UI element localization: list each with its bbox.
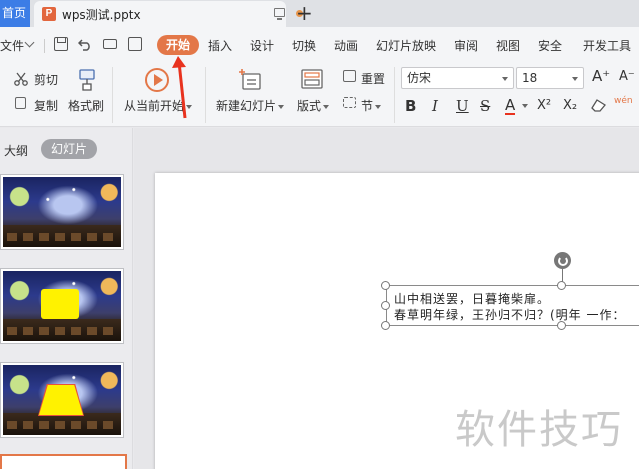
- tab-slideshow[interactable]: 幻灯片放映: [376, 37, 436, 54]
- document-tab-title: wps测试.pptx: [62, 8, 141, 22]
- tab-design[interactable]: 设计: [250, 37, 274, 54]
- file-menu[interactable]: 文件: [0, 37, 24, 54]
- italic-button[interactable]: I: [432, 97, 438, 115]
- resize-handle[interactable]: [381, 321, 390, 330]
- resize-handle[interactable]: [557, 321, 566, 330]
- new-slide-label: 新建幻灯片: [216, 99, 277, 113]
- divider: [112, 67, 113, 123]
- monitor-icon[interactable]: [274, 8, 285, 20]
- tab-security[interactable]: 安全: [538, 37, 562, 54]
- section-label: 节: [361, 99, 374, 113]
- print-preview-icon[interactable]: [128, 37, 142, 51]
- copy-icon[interactable]: [15, 97, 26, 109]
- reset-icon[interactable]: [343, 70, 356, 82]
- slide-background-image: [3, 365, 121, 435]
- play-from-current-label: 从当前开始: [124, 99, 185, 113]
- layout-icon[interactable]: [301, 69, 323, 89]
- section-icon[interactable]: [343, 97, 356, 108]
- underline-button[interactable]: U: [456, 97, 469, 115]
- pptx-file-icon: P: [42, 7, 56, 21]
- slide-background-image: [3, 271, 121, 341]
- slide-thumbnail-selected[interactable]: [0, 454, 127, 469]
- divider: [394, 67, 395, 123]
- strikethrough-button[interactable]: S: [480, 97, 490, 115]
- font-name-value: 仿宋: [407, 71, 432, 85]
- divider: [205, 67, 206, 123]
- watermark: 软件技巧: [455, 407, 623, 453]
- divider: [44, 39, 45, 53]
- text-line-2[interactable]: 春草明年绿，王孙归不归？(明年 一作：: [394, 306, 626, 323]
- tables: [7, 327, 117, 335]
- chevron-down-icon[interactable]: [522, 104, 528, 108]
- tab-transition[interactable]: 切换: [292, 37, 316, 54]
- decrease-font-button[interactable]: A⁻: [619, 69, 635, 84]
- tab-review[interactable]: 审阅: [454, 37, 478, 54]
- ribbon: 剪切 复制 格式刷 从当前开始 新建幻灯片 版式 重置 节 仿宋 18 A⁺ A…: [0, 63, 639, 127]
- new-tab-plus-icon[interactable]: +: [296, 1, 313, 25]
- slide-thumbnail[interactable]: [0, 174, 124, 250]
- font-name-select[interactable]: 仿宋: [401, 67, 514, 89]
- tab-outline[interactable]: 大纲: [4, 142, 28, 159]
- copy-button[interactable]: 复制: [34, 97, 58, 114]
- rotate-handle-icon[interactable]: [554, 252, 571, 269]
- new-slide-button[interactable]: 新建幻灯片: [216, 97, 285, 114]
- tab-bar: 首页 P wps测试.pptx +: [0, 0, 639, 27]
- increase-font-button[interactable]: A⁺: [592, 67, 610, 85]
- cut-button[interactable]: 剪切: [34, 71, 58, 88]
- tab-animation[interactable]: 动画: [334, 37, 358, 54]
- resize-handle[interactable]: [381, 281, 390, 290]
- menu-bar: 文件 开始 插入 设计 切换 动画 幻灯片放映 审阅 视图 安全 开发工具: [0, 27, 639, 63]
- tables: [7, 233, 117, 241]
- play-icon[interactable]: [145, 68, 169, 92]
- home-tab-label: 首页: [2, 6, 27, 20]
- chevron-down-icon: [186, 104, 193, 109]
- new-slide-icon[interactable]: [238, 69, 262, 91]
- print-icon[interactable]: [103, 39, 117, 49]
- save-icon[interactable]: [54, 37, 68, 51]
- eraser-icon[interactable]: [591, 98, 607, 112]
- yellow-shape: [41, 289, 79, 319]
- slide-background-image: [3, 177, 121, 247]
- font-color-button[interactable]: A: [505, 97, 516, 115]
- bold-button[interactable]: B: [405, 97, 416, 115]
- tab-insert[interactable]: 插入: [208, 37, 232, 54]
- pinyin-guide-button[interactable]: wén: [614, 96, 633, 106]
- superscript-button[interactable]: X²: [537, 98, 551, 113]
- resize-handle[interactable]: [381, 301, 390, 310]
- text-line-1[interactable]: 山中相送罢，日暮掩柴扉。: [394, 290, 550, 307]
- format-painter-icon[interactable]: [77, 68, 97, 92]
- slide-thumbnail[interactable]: [0, 362, 124, 438]
- subscript-button[interactable]: X₂: [563, 98, 577, 113]
- section-button[interactable]: 节: [361, 97, 382, 114]
- home-tab[interactable]: 首页: [0, 0, 30, 27]
- chevron-down-icon: [572, 77, 578, 81]
- scissors-icon[interactable]: [14, 72, 28, 86]
- document-tab[interactable]: P wps测试.pptx: [34, 1, 303, 27]
- tab-view[interactable]: 视图: [496, 37, 520, 54]
- format-painter-button[interactable]: 格式刷: [68, 97, 104, 114]
- chevron-down-icon: [502, 77, 508, 81]
- chevron-down-icon: [375, 104, 382, 109]
- font-size-value: 18: [522, 71, 538, 85]
- tables: [7, 421, 117, 429]
- chevron-down-icon: [323, 104, 330, 109]
- layout-label: 版式: [297, 99, 322, 113]
- resize-handle[interactable]: [557, 281, 566, 290]
- tab-slides[interactable]: 幻灯片: [41, 139, 97, 159]
- tab-developer[interactable]: 开发工具: [583, 37, 631, 54]
- slide-thumbnail[interactable]: [0, 268, 124, 344]
- font-size-select[interactable]: 18: [516, 67, 584, 89]
- chevron-down-icon[interactable]: [24, 37, 35, 48]
- undo-icon[interactable]: [78, 37, 92, 51]
- tab-start[interactable]: 开始: [157, 35, 199, 55]
- chevron-down-icon: [278, 104, 285, 109]
- layout-button[interactable]: 版式: [297, 97, 330, 114]
- play-from-current-button[interactable]: 从当前开始: [124, 97, 193, 114]
- reset-button[interactable]: 重置: [361, 70, 385, 87]
